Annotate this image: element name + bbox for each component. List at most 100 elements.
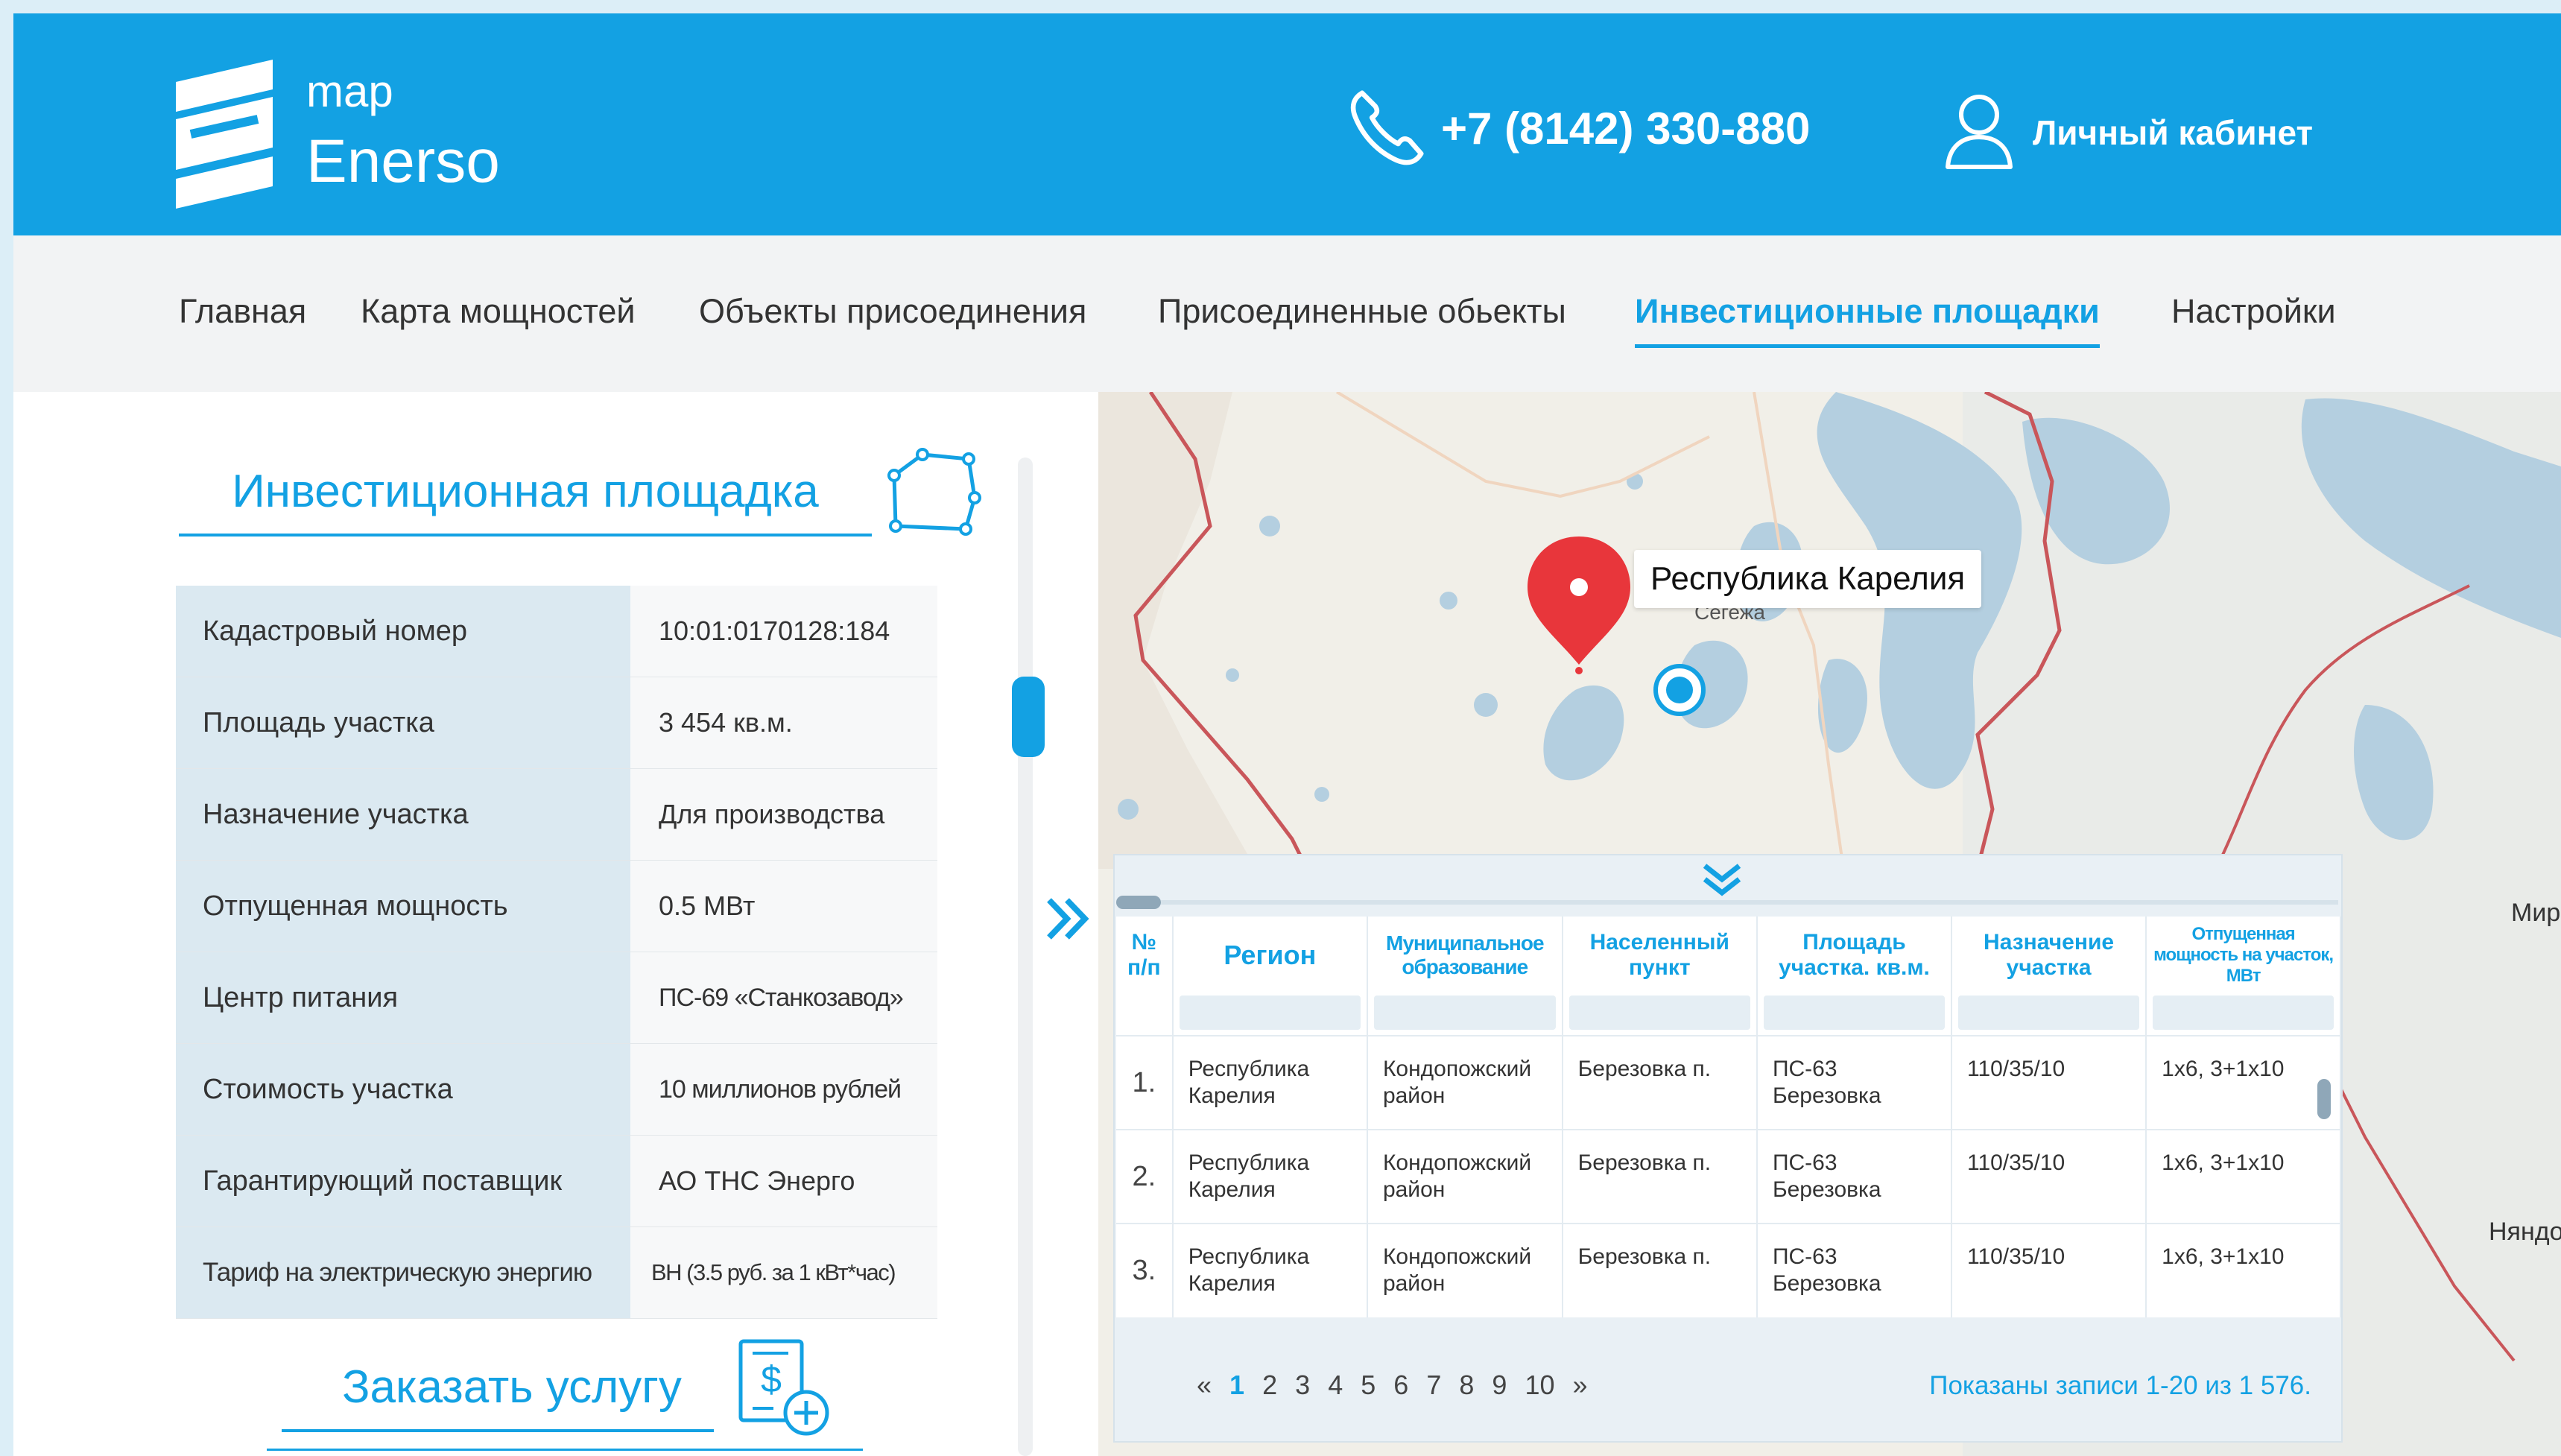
cell-purpose: 110/35/10: [1951, 1129, 2147, 1224]
cell-municipality: Кондопожский район: [1367, 1129, 1563, 1224]
section-title-underline: [179, 534, 872, 536]
table-row[interactable]: 2. Республика Карелия Кондопожский район…: [1116, 1129, 2341, 1224]
panel-scrollbar[interactable]: [1018, 458, 1033, 1456]
pager-page[interactable]: 1: [1229, 1370, 1244, 1400]
nav-item-connection-objects[interactable]: Объекты присоединения: [699, 292, 1086, 331]
pager-page[interactable]: 4: [1328, 1370, 1343, 1400]
nav-item-investment-sites[interactable]: Инвестиционные площадки: [1635, 292, 2100, 348]
info-row: Площадь участка 3 454 кв.м.: [176, 677, 937, 769]
cell-municipality: Кондопожский район: [1367, 1223, 1563, 1317]
filter-input-municipality[interactable]: [1373, 996, 1556, 1030]
logo-subtitle: map: [306, 66, 393, 116]
filter-input-power[interactable]: [2153, 996, 2334, 1030]
info-key: Стоимость участка: [176, 1044, 630, 1135]
phone-icon: [1350, 90, 1424, 165]
map-city-label: Мирн: [2511, 899, 2561, 927]
cell-region: Республика Карелия: [1172, 1223, 1368, 1317]
logo-mark[interactable]: [176, 60, 273, 209]
app-frame: map Enerso +7 (8142) 330-880 Личный каби…: [13, 13, 2561, 1456]
column-header-power[interactable]: Отпущенная мощность на участок, МВт: [2146, 917, 2341, 1036]
expand-icon[interactable]: [1042, 893, 1101, 945]
info-key: Кадастровый номер: [176, 586, 630, 677]
table-row[interactable]: 3. Республика Карелия Кондопожский район…: [1116, 1223, 2341, 1317]
cell-municipality: Кондопожский район: [1367, 1035, 1563, 1130]
info-value: 10:01:0170128:184: [630, 586, 937, 677]
polygon-icon[interactable]: [887, 446, 984, 542]
cell-region: Республика Карелия: [1172, 1035, 1368, 1130]
cell-region: Республика Карелия: [1172, 1129, 1368, 1224]
column-header-municipality[interactable]: Муниципальное образование: [1367, 917, 1563, 1036]
pager-page[interactable]: 8: [1459, 1370, 1474, 1400]
cell-locality: Березовка п.: [1562, 1035, 1758, 1130]
column-header-number[interactable]: № п/п: [1116, 917, 1174, 1036]
info-row: Центр питания ПС-69 «Станкозавод»: [176, 952, 937, 1044]
order-underline: [282, 1429, 714, 1432]
order-divider: [267, 1449, 863, 1451]
results-table: № п/п Регион Муниципальное образование Н…: [1116, 917, 2341, 1317]
cell-purpose: 110/35/10: [1951, 1223, 2147, 1317]
location-pin-icon[interactable]: [1523, 534, 1635, 675]
pager-page[interactable]: 9: [1492, 1370, 1507, 1400]
info-value: 0.5 МВт: [630, 861, 937, 952]
user-icon: [1946, 95, 2013, 169]
info-row: Стоимость участка 10 миллионов рублей: [176, 1044, 937, 1136]
info-key: Тариф на электрическую энергию: [176, 1227, 630, 1318]
current-location-icon[interactable]: [1650, 660, 1709, 720]
nav-item-home[interactable]: Главная: [179, 292, 306, 331]
cell-number: 1.: [1116, 1035, 1174, 1130]
cell-power: 1х6, 3+1х10: [2146, 1035, 2341, 1130]
svg-text:$: $: [761, 1358, 782, 1400]
account-link[interactable]: Личный кабинет: [2033, 113, 2313, 153]
pager-page[interactable]: 2: [1262, 1370, 1277, 1400]
info-key: Назначение участка: [176, 769, 630, 860]
pager-prev[interactable]: «: [1197, 1370, 1212, 1400]
panel-scrollbar-thumb[interactable]: [1012, 677, 1045, 757]
cell-area: ПС-63 Березовка: [1756, 1035, 1952, 1130]
info-value: 10 миллионов рублей: [630, 1044, 937, 1135]
cell-purpose: 110/35/10: [1951, 1035, 2147, 1130]
cell-area: ПС-63 Березовка: [1756, 1223, 1952, 1317]
filter-input-locality[interactable]: [1568, 996, 1750, 1030]
filter-input-purpose[interactable]: [1957, 996, 2140, 1030]
filter-input-region[interactable]: [1179, 996, 1361, 1030]
info-value: АО ТНС Энерго: [630, 1136, 937, 1226]
info-value: 3 454 кв.м.: [630, 677, 937, 768]
section-title: Инвестиционная площадка: [232, 466, 819, 517]
table-row[interactable]: 1. Республика Карелия Кондопожский район…: [1116, 1035, 2341, 1130]
horizontal-scroll-track[interactable]: [1161, 900, 2338, 905]
info-row: Тариф на электрическую энергию ВН (3.5 р…: [176, 1227, 937, 1319]
filter-input-area[interactable]: [1763, 996, 1945, 1030]
info-row: Гарантирующий поставщик АО ТНС Энерго: [176, 1136, 937, 1227]
info-row: Кадастровый номер 10:01:0170128:184: [176, 586, 937, 677]
column-header-locality[interactable]: Населенный пункт: [1562, 917, 1758, 1036]
pager-page[interactable]: 5: [1361, 1370, 1376, 1400]
pager-page[interactable]: 10: [1525, 1370, 1554, 1400]
info-key: Площадь участка: [176, 677, 630, 768]
dollar-add-icon[interactable]: $: [736, 1337, 833, 1441]
column-header-area[interactable]: Площадь участка. кв.м.: [1756, 917, 1952, 1036]
info-key: Отпущенная мощность: [176, 861, 630, 952]
header: map Enerso +7 (8142) 330-880 Личный каби…: [13, 13, 2561, 235]
pager-page[interactable]: 6: [1393, 1370, 1408, 1400]
records-count: Показаны записи 1-20 из 1 576.: [1929, 1371, 2311, 1400]
map-region-label: Республика Карелия: [1634, 550, 1982, 608]
cell-locality: Березовка п.: [1562, 1129, 1758, 1224]
table-scrollbar-thumb[interactable]: [2317, 1079, 2331, 1119]
nav-item-capacity-map[interactable]: Карта мощностей: [361, 292, 636, 331]
column-header-purpose[interactable]: Назначение участка: [1951, 917, 2147, 1036]
horizontal-scroll-thumb[interactable]: [1116, 896, 1161, 909]
nav-item-connected-objects[interactable]: Присоединенные обьекты: [1158, 292, 1566, 331]
table-header-row: № п/п Регион Муниципальное образование Н…: [1116, 917, 2341, 1036]
pager-page[interactable]: 7: [1426, 1370, 1441, 1400]
cell-power: 1х6, 3+1х10: [2146, 1129, 2341, 1224]
collapse-icon[interactable]: [1696, 861, 1748, 899]
cell-power: 1х6, 3+1х10: [2146, 1223, 2341, 1317]
column-header-region[interactable]: Регион: [1172, 917, 1368, 1036]
cell-area: ПС-63 Березовка: [1756, 1129, 1952, 1224]
pager-page[interactable]: 3: [1295, 1370, 1310, 1400]
pager-next[interactable]: »: [1573, 1370, 1588, 1400]
nav-item-settings[interactable]: Настройки: [2171, 292, 2336, 331]
info-key: Центр питания: [176, 952, 630, 1043]
phone-number[interactable]: +7 (8142) 330-880: [1441, 103, 1810, 154]
order-service-button[interactable]: Заказать услугу: [300, 1361, 724, 1414]
